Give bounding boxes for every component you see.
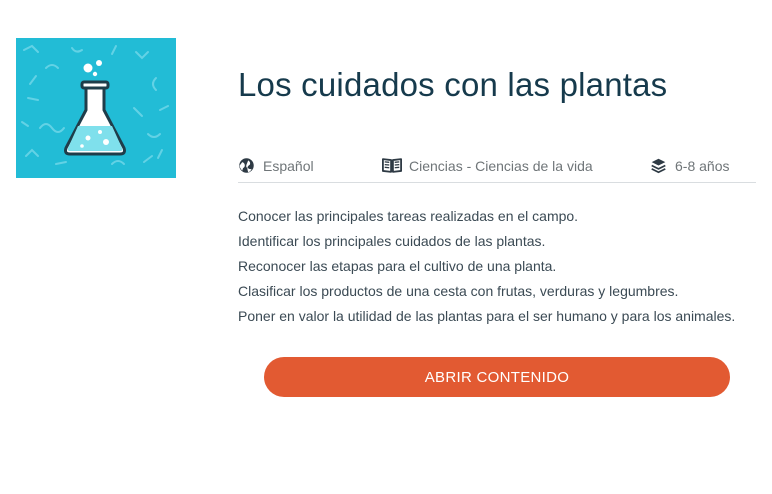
objective-item: Reconocer las etapas para el cultivo de … bbox=[238, 258, 557, 274]
language-info: Español bbox=[238, 157, 314, 175]
objective-item: Poner en valor la utilidad de las planta… bbox=[238, 308, 736, 324]
objective-item: Clasificar los productos de una cesta co… bbox=[238, 283, 679, 299]
globe-icon bbox=[238, 157, 256, 175]
content-meta: Español Ciencias - Ciencias de la vida 6… bbox=[238, 154, 756, 183]
age-label: 6-8 años bbox=[675, 158, 730, 174]
subject-label: Ciencias - Ciencias de la vida bbox=[409, 158, 593, 174]
objective-item: Conocer las principales tareas realizada… bbox=[238, 208, 579, 224]
layers-icon bbox=[650, 157, 668, 175]
book-icon bbox=[382, 157, 402, 175]
flask-icon bbox=[21, 44, 169, 165]
page-title: Los cuidados con las plantas bbox=[238, 66, 668, 103]
age-info: 6-8 años bbox=[650, 157, 729, 175]
objective-item: Identificar los principales cuidados de … bbox=[238, 233, 546, 249]
content-thumbnail[interactable] bbox=[16, 38, 176, 178]
objectives-list: Conocer las principales tareas realizada… bbox=[238, 204, 735, 329]
subject-info: Ciencias - Ciencias de la vida bbox=[382, 157, 593, 175]
open-content-button[interactable]: ABRIR CONTENIDO bbox=[264, 357, 730, 397]
language-label: Español bbox=[263, 158, 314, 174]
